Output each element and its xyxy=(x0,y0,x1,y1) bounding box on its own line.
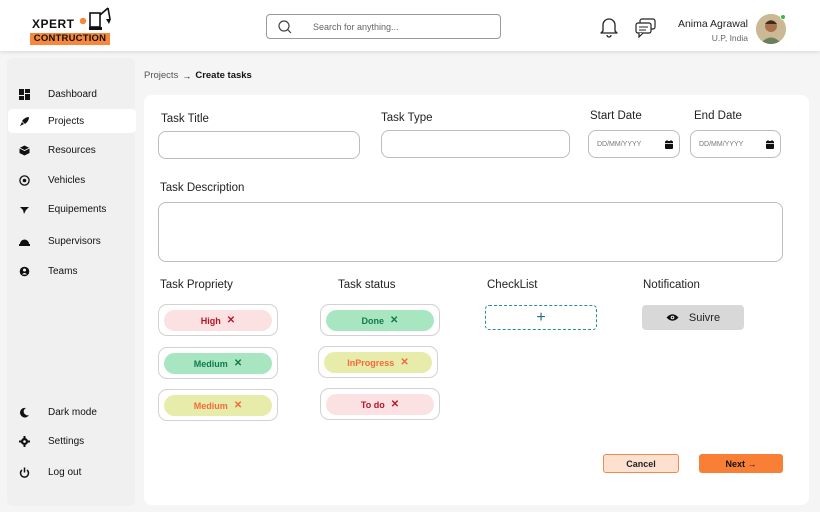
sidebar-item-label: Dark mode xyxy=(48,406,97,418)
arrow-right-icon: → xyxy=(182,70,192,81)
chip-label: InProgress xyxy=(347,357,395,368)
close-icon[interactable]: ✕ xyxy=(391,399,399,410)
close-icon[interactable]: ✕ xyxy=(234,358,242,369)
add-checklist-button[interactable]: + xyxy=(485,305,597,330)
gear-icon xyxy=(18,435,30,447)
status-option-todo[interactable]: To do ✕ xyxy=(320,388,440,420)
calendar-icon[interactable] xyxy=(766,140,774,149)
status-option-inprogress[interactable]: InProgress ✕ xyxy=(318,346,438,378)
task-description-label: Task Description xyxy=(160,182,245,194)
create-task-form: Task Title Task Type Start Date DD/MM/YY… xyxy=(144,95,809,505)
sidebar-item-dark-mode[interactable]: Dark mode xyxy=(8,400,136,424)
close-icon[interactable]: ✕ xyxy=(390,315,398,326)
start-date-input[interactable]: DD/MM/YYYY xyxy=(588,130,680,158)
bell-icon[interactable] xyxy=(599,16,619,38)
status-chip[interactable]: Done ✕ xyxy=(326,310,434,331)
logo-text: XPERT xyxy=(32,17,75,31)
end-date-input[interactable]: DD/MM/YYYY xyxy=(690,130,781,158)
close-icon[interactable]: ✕ xyxy=(400,357,408,368)
power-icon xyxy=(18,466,30,478)
plus-icon: + xyxy=(536,308,546,326)
cancel-button[interactable]: Cancel xyxy=(603,454,679,473)
sidebar-item-dashboard[interactable]: Dashboard xyxy=(8,82,136,106)
sidebar-item-equipements[interactable]: Equipements xyxy=(8,197,136,221)
top-header: XPERT CONTRUCTION Anima Agrawal U.P, Ind… xyxy=(0,0,820,51)
date-placeholder: DD/MM/YYYY xyxy=(699,140,744,148)
breadcrumb-current: Create tasks xyxy=(195,70,252,81)
search-bar[interactable] xyxy=(266,14,501,39)
follow-button[interactable]: Suivre xyxy=(642,305,744,330)
chip-label: Done xyxy=(361,315,385,326)
sidebar-item-label: Settings xyxy=(48,435,85,447)
vehicle-icon xyxy=(18,174,30,186)
priority-option-medium[interactable]: Medium ✕ xyxy=(158,347,278,379)
sidebar-item-vehicles[interactable]: Vehicles xyxy=(8,168,136,192)
sidebar-item-label: Dashboard xyxy=(48,88,97,100)
equipment-icon xyxy=(18,203,30,215)
chip-label: Medium xyxy=(193,400,228,411)
helmet-icon xyxy=(18,235,30,247)
notification-label: Notification xyxy=(643,279,700,291)
status-chip[interactable]: InProgress ✕ xyxy=(324,352,432,373)
sidebar-item-teams[interactable]: Teams xyxy=(8,259,136,283)
task-priority-label: Task Propriety xyxy=(160,279,233,291)
logo[interactable]: XPERT CONTRUCTION xyxy=(30,5,114,47)
rocket-icon xyxy=(18,115,30,127)
sidebar-item-projects[interactable]: Projects xyxy=(8,109,136,133)
task-title-input[interactable] xyxy=(158,131,360,159)
checklist-label: CheckList xyxy=(487,279,538,291)
status-option-done[interactable]: Done ✕ xyxy=(320,304,440,336)
date-placeholder: DD/MM/YYYY xyxy=(597,140,642,148)
next-button[interactable]: Next → xyxy=(699,454,783,473)
sidebar-item-label: Log out xyxy=(48,466,82,478)
end-date-label: End Date xyxy=(694,110,742,122)
search-icon xyxy=(278,20,292,34)
breadcrumb: Projects → Create tasks xyxy=(144,70,252,81)
breadcrumb-projects[interactable]: Projects xyxy=(144,70,178,81)
task-title-label: Task Title xyxy=(161,113,209,125)
sidebar-item-label: Vehicles xyxy=(48,174,86,186)
excavator-icon xyxy=(80,7,111,30)
sidebar-item-label: Equipements xyxy=(48,203,107,215)
sidebar-item-settings[interactable]: Settings xyxy=(8,429,136,453)
task-status-label: Task status xyxy=(338,279,396,291)
chip-label: Medium xyxy=(193,358,228,369)
search-input[interactable] xyxy=(313,19,493,35)
sidebar-item-label: Projects xyxy=(48,115,85,127)
start-date-label: Start Date xyxy=(590,110,642,122)
user-location: U.P, India xyxy=(711,33,748,43)
calendar-icon[interactable] xyxy=(665,140,673,149)
status-chip[interactable]: To do ✕ xyxy=(326,394,434,415)
online-status-dot xyxy=(780,14,786,20)
sidebar-item-supervisors[interactable]: Supervisors xyxy=(8,229,136,253)
logo-subtitle: CONTRUCTION xyxy=(30,33,110,45)
task-type-input[interactable] xyxy=(381,130,570,158)
sidebar-item-label: Supervisors xyxy=(48,235,101,247)
task-type-label: Task Type xyxy=(381,112,433,124)
close-icon[interactable]: ✕ xyxy=(234,400,242,411)
dashboard-icon xyxy=(18,88,30,100)
priority-option-high[interactable]: High ✕ xyxy=(158,304,278,336)
sidebar-item-label: Resources xyxy=(48,144,96,156)
sidebar-item-label: Teams xyxy=(48,265,78,277)
sidebar-item-logout[interactable]: Log out xyxy=(8,460,136,484)
moon-icon xyxy=(18,406,30,418)
user-name: Anima Agrawal xyxy=(677,18,748,30)
follow-button-label: Suivre xyxy=(688,311,721,324)
priority-chip[interactable]: Medium ✕ xyxy=(164,353,272,374)
chip-label: High xyxy=(200,315,221,326)
sidebar-item-resources[interactable]: Resources xyxy=(8,138,136,162)
priority-option-medium-alt[interactable]: Medium ✕ xyxy=(158,389,278,421)
task-description-input[interactable] xyxy=(158,202,783,262)
chat-icon[interactable] xyxy=(635,18,657,38)
priority-chip[interactable]: High ✕ xyxy=(164,310,272,331)
close-icon[interactable]: ✕ xyxy=(227,315,235,326)
eye-icon xyxy=(666,314,679,321)
box-icon xyxy=(18,144,30,156)
priority-chip[interactable]: Medium ✕ xyxy=(164,395,272,416)
chip-label: To do xyxy=(360,399,385,410)
team-icon xyxy=(18,265,30,277)
